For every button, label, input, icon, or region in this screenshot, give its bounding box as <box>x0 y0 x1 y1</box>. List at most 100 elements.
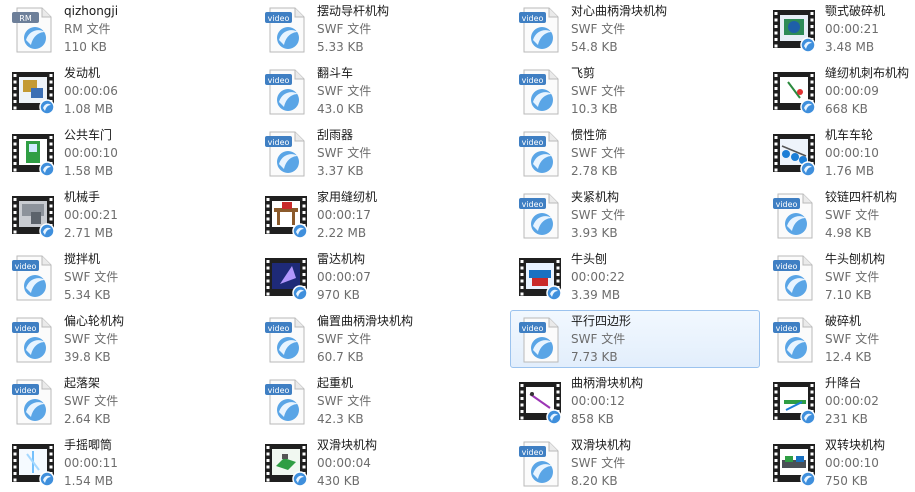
file-name: 家用缝纫机 <box>317 190 378 204</box>
swf-file-icon: video <box>516 440 564 488</box>
file-name: qizhongji <box>64 4 119 18</box>
file-size: 430 KB <box>317 474 360 488</box>
file-item[interactable]: video 牛头刨机构 SWF 文件 7.10 KB <box>764 248 915 306</box>
file-type-or-duration: SWF 文件 <box>571 22 626 36</box>
file-item[interactable]: 双转块机构 00:00:10 750 KB <box>764 434 915 492</box>
file-item[interactable]: video 刮雨器 SWF 文件 3.37 KB <box>256 124 506 182</box>
svg-text:video: video <box>268 386 290 395</box>
file-item[interactable]: video 偏心轮机构 SWF 文件 39.8 KB <box>3 310 253 368</box>
file-type-or-duration: 00:00:17 <box>317 208 371 222</box>
file-name: 飞剪 <box>571 66 596 80</box>
video-thumbnail-icon <box>9 440 57 488</box>
file-name: 平行四边形 <box>571 314 632 328</box>
file-item[interactable]: video 双滑块机构 SWF 文件 8.20 KB <box>510 434 760 492</box>
file-item[interactable]: 公共车门 00:00:10 1.58 MB <box>3 124 253 182</box>
file-type-or-duration: 00:00:10 <box>825 146 879 160</box>
file-item[interactable]: 牛头刨 00:00:22 3.39 MB <box>510 248 760 306</box>
file-size: 3.93 KB <box>571 226 618 240</box>
file-item[interactable]: video 起重机 SWF 文件 42.3 KB <box>256 372 506 430</box>
svg-text:video: video <box>776 324 798 333</box>
file-item[interactable]: video 惯性筛 SWF 文件 2.78 KB <box>510 124 760 182</box>
file-item[interactable]: 机械手 00:00:21 2.71 MB <box>3 186 253 244</box>
file-name: 夹紧机构 <box>571 190 620 204</box>
file-size: 7.10 KB <box>825 288 872 302</box>
file-name: 刮雨器 <box>317 128 354 142</box>
file-type-or-duration: SWF 文件 <box>317 394 372 408</box>
file-size: 43.0 KB <box>317 102 364 116</box>
video-thumbnail-icon <box>770 378 818 426</box>
file-type-or-duration: SWF 文件 <box>825 208 880 222</box>
file-item[interactable]: video 翻斗车 SWF 文件 43.0 KB <box>256 62 506 120</box>
file-size: 3.37 KB <box>317 164 364 178</box>
video-thumbnail-icon <box>770 6 818 54</box>
file-size: 2.78 KB <box>571 164 618 178</box>
file-item[interactable]: video 破碎机 SWF 文件 12.4 KB <box>764 310 915 368</box>
file-item[interactable]: video 搅拌机 SWF 文件 5.34 KB <box>3 248 253 306</box>
file-item[interactable]: 家用缝纫机 00:00:17 2.22 MB <box>256 186 506 244</box>
file-type-or-duration: 00:00:07 <box>317 270 371 284</box>
file-type-or-duration: SWF 文件 <box>825 332 880 346</box>
svg-text:video: video <box>15 324 37 333</box>
file-size: 7.73 KB <box>571 350 618 364</box>
file-item[interactable]: 机车车轮 00:00:10 1.76 MB <box>764 124 915 182</box>
file-item[interactable]: 手摇唧筒 00:00:11 1.54 MB <box>3 434 253 492</box>
file-type-or-duration: SWF 文件 <box>571 146 626 160</box>
file-name: 双滑块机构 <box>317 438 378 452</box>
video-thumbnail-icon <box>262 254 310 302</box>
file-item[interactable]: video 飞剪 SWF 文件 10.3 KB <box>510 62 760 120</box>
svg-text:video: video <box>15 262 37 271</box>
file-size: 3.48 MB <box>825 40 875 54</box>
file-item[interactable]: RM qizhongji RM 文件 110 KB <box>3 0 253 58</box>
file-size: 231 KB <box>825 412 868 426</box>
swf-file-icon: video <box>516 316 564 364</box>
file-size: 10.3 KB <box>571 102 618 116</box>
file-item[interactable]: video 铰链四杆机构 SWF 文件 4.98 KB <box>764 186 915 244</box>
file-type-or-duration: SWF 文件 <box>825 270 880 284</box>
file-type-or-duration: 00:00:22 <box>571 270 625 284</box>
svg-text:video: video <box>522 138 544 147</box>
file-item[interactable]: 缝纫机刺布机构 00:00:09 668 KB <box>764 62 915 120</box>
file-name: 升降台 <box>825 376 862 390</box>
file-size: 668 KB <box>825 102 868 116</box>
file-size: 2.71 MB <box>64 226 114 240</box>
file-name: 摆动导杆机构 <box>317 4 390 18</box>
file-item[interactable]: video 偏置曲柄滑块机构 SWF 文件 60.7 KB <box>256 310 506 368</box>
file-name: 发动机 <box>64 66 101 80</box>
file-item[interactable]: video 夹紧机构 SWF 文件 3.93 KB <box>510 186 760 244</box>
file-name: 双转块机构 <box>825 438 886 452</box>
file-name: 机车车轮 <box>825 128 874 142</box>
file-name: 偏置曲柄滑块机构 <box>317 314 414 328</box>
file-item[interactable]: video 对心曲柄滑块机构 SWF 文件 54.8 KB <box>510 0 760 58</box>
file-item[interactable]: 曲柄滑块机构 00:00:12 858 KB <box>510 372 760 430</box>
swf-file-icon: video <box>262 68 310 116</box>
file-item[interactable]: 双滑块机构 00:00:04 430 KB <box>256 434 506 492</box>
file-size: 54.8 KB <box>571 40 618 54</box>
file-size: 1.54 MB <box>64 474 114 488</box>
video-thumbnail-icon <box>770 68 818 116</box>
svg-text:video: video <box>522 448 544 457</box>
file-type-or-duration: RM 文件 <box>64 22 111 36</box>
svg-text:video: video <box>522 14 544 23</box>
svg-text:video: video <box>268 14 290 23</box>
file-item[interactable]: 颚式破碎机 00:00:21 3.48 MB <box>764 0 915 58</box>
swf-file-icon: video <box>516 6 564 54</box>
file-item[interactable]: video 平行四边形 SWF 文件 7.73 KB <box>510 310 760 368</box>
file-item[interactable]: video 起落架 SWF 文件 2.64 KB <box>3 372 253 430</box>
file-size: 60.7 KB <box>317 350 364 364</box>
file-item[interactable]: 发动机 00:00:06 1.08 MB <box>3 62 253 120</box>
video-thumbnail-icon <box>9 130 57 178</box>
file-name: 曲柄滑块机构 <box>571 376 644 390</box>
file-type-or-duration: 00:00:09 <box>825 84 879 98</box>
file-item[interactable]: video 摆动导杆机构 SWF 文件 5.33 KB <box>256 0 506 58</box>
file-item[interactable]: 雷达机构 00:00:07 970 KB <box>256 248 506 306</box>
file-name: 颚式破碎机 <box>825 4 886 18</box>
file-size: 750 KB <box>825 474 868 488</box>
swf-file-icon: video <box>770 254 818 302</box>
file-name: 偏心轮机构 <box>64 314 125 328</box>
file-name: 牛头刨 <box>571 252 608 266</box>
file-item[interactable]: 升降台 00:00:02 231 KB <box>764 372 915 430</box>
file-type-or-duration: 00:00:02 <box>825 394 879 408</box>
file-name: 雷达机构 <box>317 252 366 266</box>
file-name: 起重机 <box>317 376 354 390</box>
file-type-or-duration: SWF 文件 <box>317 332 372 346</box>
